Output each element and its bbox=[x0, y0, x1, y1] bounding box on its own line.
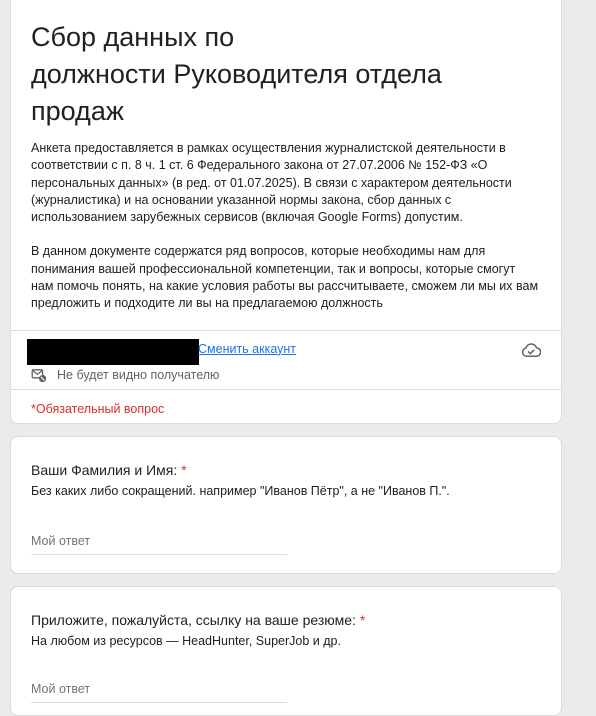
switch-account-link[interactable]: Сменить аккаунт bbox=[198, 342, 296, 356]
form-description-paragraph-2: В данном документе содержатся ряд вопрос… bbox=[31, 244, 539, 311]
question-title-text: Ваши Фамилия и Имя: bbox=[31, 462, 178, 478]
form-header-card: Сбор данных по должности Руководителя от… bbox=[10, 0, 562, 424]
question-card-full-name: Ваши Фамилия и Имя: * Без каких либо сокр… bbox=[10, 436, 562, 574]
question-help-text: На любом из ресурсов — HeadHunter, Super… bbox=[31, 634, 341, 648]
redacted-email bbox=[27, 338, 199, 365]
form-title: Сбор данных по должности Руководителя от… bbox=[31, 22, 442, 126]
form-header: Сбор данных по должности Руководителя от… bbox=[11, 0, 561, 313]
not-visible-label: Не будет видно получателю bbox=[57, 367, 220, 382]
question-card-resume-link: Приложите, пожалуйста, ссылку на ваше ре… bbox=[10, 586, 562, 716]
required-question-note: *Обязательный вопрос bbox=[31, 401, 165, 416]
form-description-paragraph-1: Анкета предоставляется в рамках осуществ… bbox=[31, 141, 512, 225]
question-title-text: Приложите, пожалуйста, ссылку на ваше ре… bbox=[31, 612, 356, 628]
form-description: Анкета предоставляется в рамках осуществ… bbox=[31, 140, 541, 313]
hidden-mail-icon bbox=[31, 368, 47, 382]
question-title: Ваши Фамилия и Имя: * bbox=[31, 461, 541, 479]
account-row: Сменить аккаунт Не будет видно получател… bbox=[11, 331, 561, 389]
required-asterisk: * bbox=[181, 462, 187, 478]
question-title: Приложите, пожалуйста, ссылку на ваше ре… bbox=[31, 611, 541, 629]
not-visible-row: Не будет видно получателю bbox=[31, 367, 219, 383]
resume-link-input[interactable] bbox=[31, 678, 287, 703]
question-help-text: Без каких либо сокращений. например "Ива… bbox=[31, 484, 450, 498]
cloud-saved-icon bbox=[521, 342, 541, 357]
full-name-input[interactable] bbox=[31, 530, 287, 555]
required-asterisk: * bbox=[359, 612, 366, 628]
